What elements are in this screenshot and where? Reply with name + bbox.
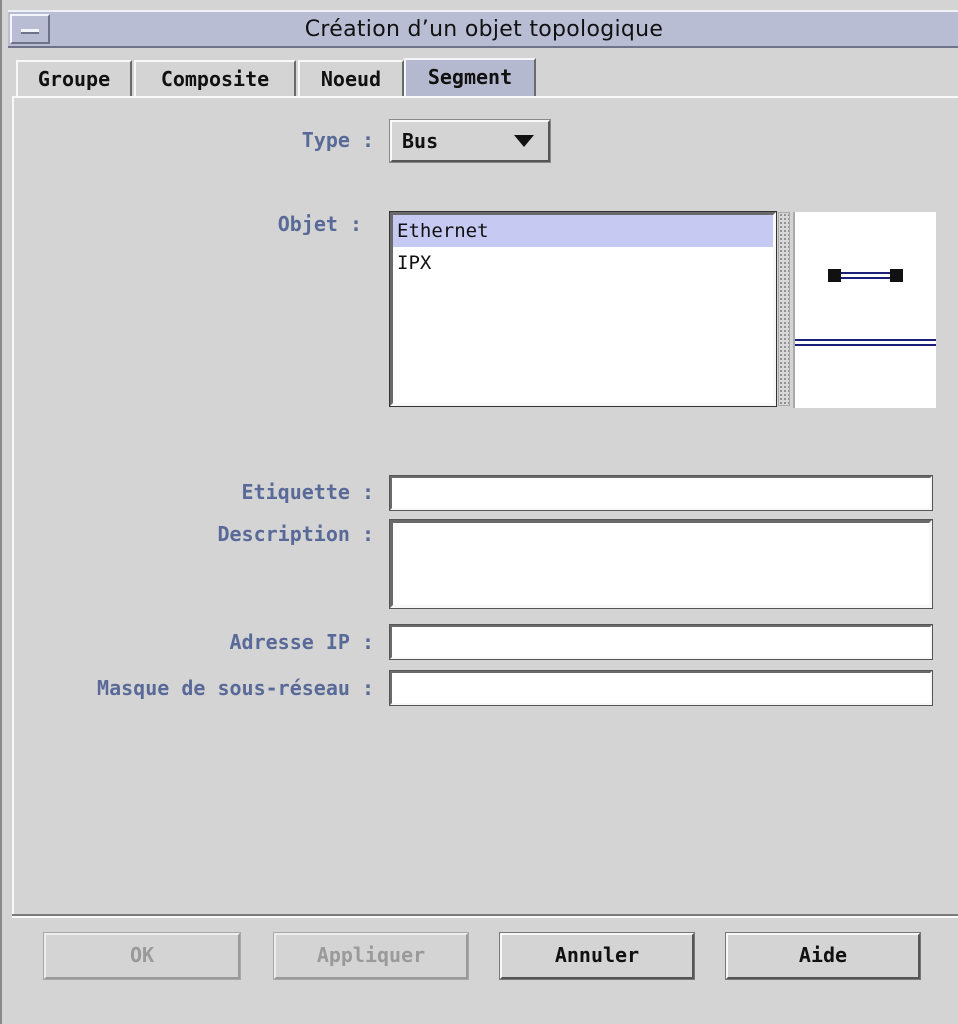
type-label: Type : [301, 128, 374, 152]
segment-preview [793, 212, 936, 408]
list-item-ipx[interactable]: IPX [393, 247, 773, 279]
button-separator [12, 914, 958, 918]
tab-noeud[interactable]: Noeud [298, 60, 404, 98]
object-list[interactable]: Ethernet IPX [389, 211, 777, 407]
description-label: Description : [217, 522, 374, 546]
object-label: Objet : [277, 212, 362, 236]
type-combobox[interactable]: Bus [389, 119, 551, 163]
window-title: Création d’un objet topologique [304, 17, 664, 42]
ip-address-label: Adresse IP : [229, 630, 375, 654]
bus-segment-icon [795, 269, 936, 346]
description-textarea[interactable] [389, 519, 933, 609]
tab-segment[interactable]: Segment [404, 58, 536, 98]
tab-groupe[interactable]: Groupe [16, 60, 132, 98]
tab-composite[interactable]: Composite [134, 60, 296, 98]
ok-button[interactable]: OK [43, 932, 241, 980]
ip-address-input[interactable] [389, 624, 933, 660]
chevron-down-icon [514, 135, 534, 147]
etiquette-label: Etiquette : [241, 480, 374, 504]
help-button[interactable]: Aide [725, 932, 921, 980]
etiquette-input[interactable] [389, 475, 933, 511]
cancel-button[interactable]: Annuler [499, 932, 695, 980]
subnet-mask-input[interactable] [389, 670, 933, 706]
dialog-window: Création d’un objet topologique Groupe C… [0, 0, 958, 1024]
type-value: Bus [402, 129, 439, 153]
list-item-ethernet[interactable]: Ethernet [393, 215, 773, 247]
title-bar[interactable]: Création d’un objet topologique [8, 10, 958, 48]
apply-button[interactable]: Appliquer [273, 932, 469, 980]
subnet-mask-label: Masque de sous-réseau : [97, 676, 374, 700]
list-splitter-handle[interactable] [778, 212, 790, 406]
